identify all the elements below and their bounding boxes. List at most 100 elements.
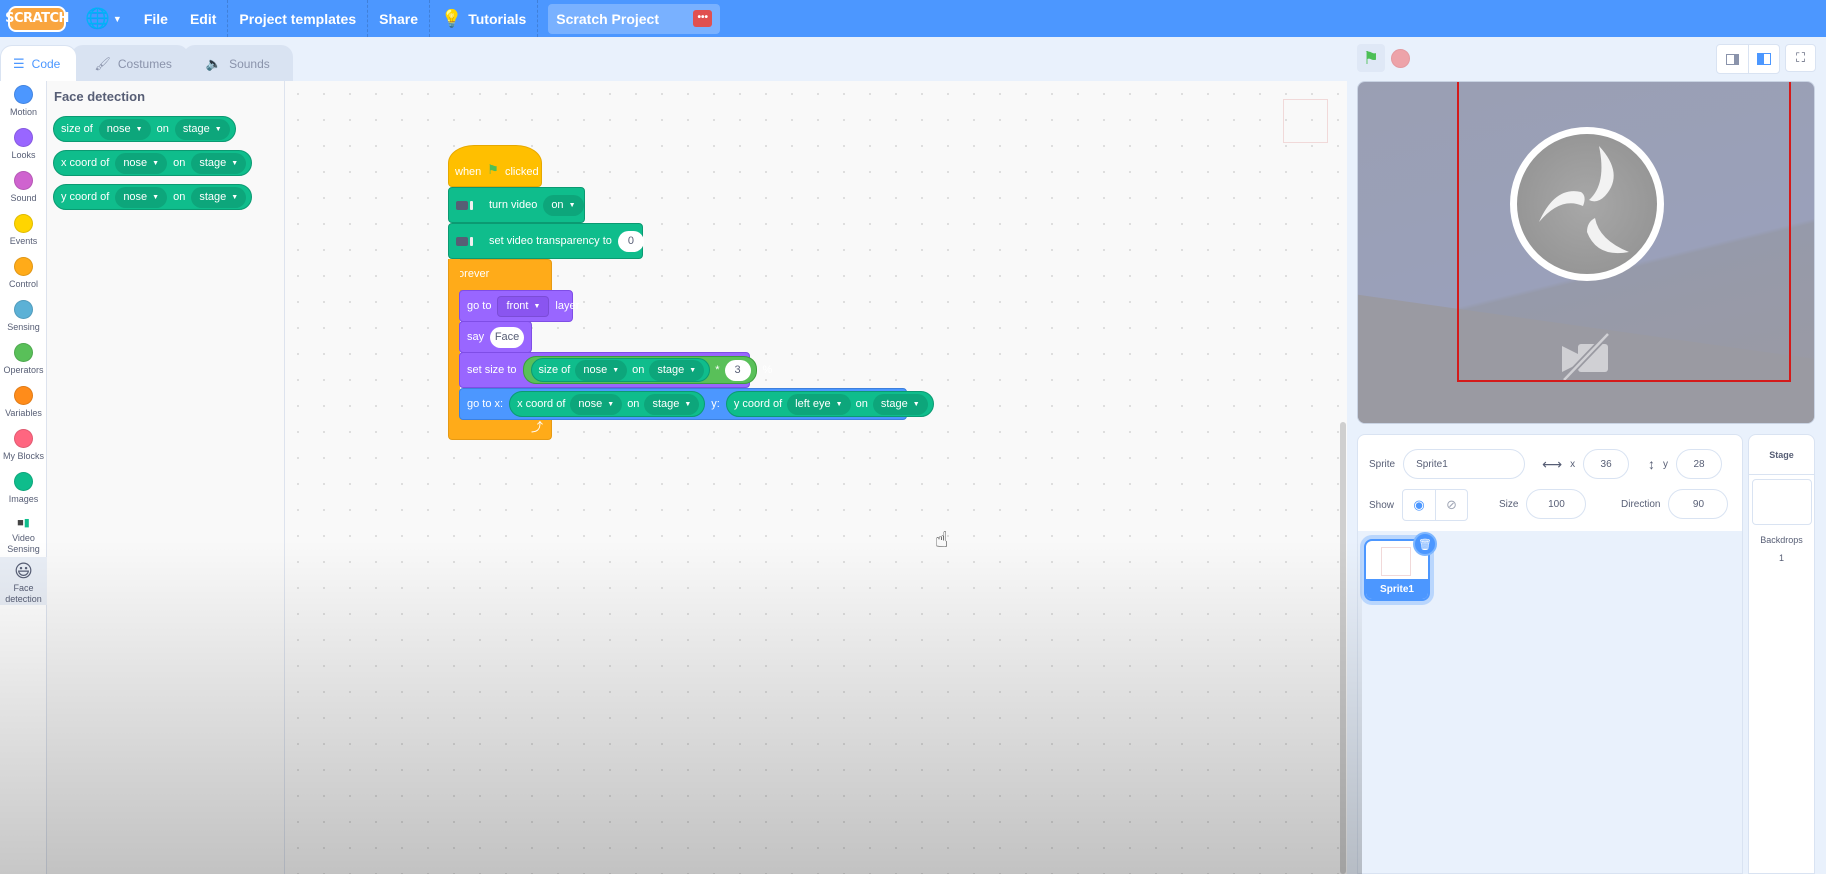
face-part-dropdown[interactable]: nose ▼ xyxy=(570,393,623,415)
category-menu: Motion Looks Sound Events Control Sensin… xyxy=(0,81,47,874)
block-text: go to x: xyxy=(467,398,504,410)
code-icon: ☰ xyxy=(13,55,25,71)
set-video-transparency-block[interactable]: set video transparency to 0 xyxy=(448,223,644,259)
chevron-down-icon: ▼ xyxy=(231,193,239,201)
category-sensing[interactable]: Sensing xyxy=(0,296,47,339)
editor-tabs: ☰ Code 🖌 Costumes 🔈 Sounds xyxy=(0,45,293,81)
delete-sprite-button[interactable]: 🗑 xyxy=(1413,532,1437,556)
tab-code[interactable]: ☰ Code xyxy=(0,45,78,81)
script-workspace[interactable] xyxy=(285,81,1347,874)
y-coord-reporter[interactable]: y coord of left eye ▼ on stage ▼ xyxy=(725,391,934,417)
small-stage-button[interactable] xyxy=(1717,45,1748,73)
operator-symbol: * xyxy=(715,364,720,376)
when-flag-clicked-block[interactable]: when ⚑ clicked xyxy=(448,145,542,187)
go-to-xy-block[interactable]: go to x: x coord of nose ▼ on stage ▼ y: y… xyxy=(459,388,934,420)
target-dropdown[interactable]: stage ▼ xyxy=(191,152,247,174)
go-to-layer-block[interactable]: go to front ▼ layer xyxy=(459,290,579,322)
size-of-reporter[interactable]: size of nose ▼ on stage ▼ xyxy=(53,116,236,142)
transparency-input[interactable]: 0 xyxy=(617,230,644,252)
block-text: % xyxy=(762,364,773,376)
tab-label: Sounds xyxy=(229,56,270,71)
stop-button[interactable] xyxy=(1391,49,1410,68)
target-dropdown[interactable]: stage ▼ xyxy=(174,118,230,140)
category-motion[interactable]: Motion xyxy=(0,81,47,124)
block-text: y coord of xyxy=(61,191,110,203)
hand-cursor-icon: ☝ xyxy=(935,527,949,552)
face-part-dropdown[interactable]: nose ▼ xyxy=(115,186,168,208)
block-text: y: xyxy=(711,398,720,410)
category-my-blocks[interactable]: My Blocks xyxy=(0,425,47,468)
say-text-input[interactable]: Face xyxy=(490,326,524,348)
stage-canvas[interactable] xyxy=(1357,81,1815,424)
category-video-sensing[interactable]: ■▮ Video Sensing xyxy=(0,511,47,557)
block-text: size of xyxy=(538,364,571,376)
category-sound[interactable]: Sound xyxy=(0,167,47,210)
target-dropdown[interactable]: stage ▼ xyxy=(649,359,705,381)
more-icon[interactable]: ••• xyxy=(693,10,713,27)
y-coord-reporter[interactable]: y coord of nose ▼ on stage ▼ xyxy=(53,184,253,210)
target-dropdown[interactable]: stage ▼ xyxy=(644,393,700,415)
x-arrows-icon: ⟷ xyxy=(1542,455,1563,472)
language-menu[interactable]: 🌐 ▼ xyxy=(74,0,133,37)
chevron-down-icon: ▼ xyxy=(612,366,620,374)
edit-menu[interactable]: Edit xyxy=(179,0,227,37)
y-input[interactable]: 28 xyxy=(1676,449,1722,479)
sprite-preview-outline xyxy=(1283,99,1328,143)
layer-dropdown[interactable]: front ▼ xyxy=(497,295,550,317)
set-size-block[interactable]: set size to size of nose ▼ on stage ▼ * 3 … xyxy=(459,352,772,388)
size-of-reporter[interactable]: size of nose ▼ on stage ▼ xyxy=(530,358,711,382)
category-images[interactable]: Images xyxy=(0,468,47,511)
workspace-scrollbar[interactable] xyxy=(1340,422,1346,874)
x-coord-reporter[interactable]: x coord of nose ▼ on stage ▼ xyxy=(509,391,706,417)
category-face-detection[interactable]: 😃 Face detection xyxy=(0,557,47,605)
category-label: Sensing xyxy=(7,322,40,332)
scratch-logo[interactable]: SCRATCH xyxy=(5,5,69,32)
stage-selector[interactable]: Stage Backdrops 1 xyxy=(1748,434,1815,874)
face-part-dropdown[interactable]: left eye ▼ xyxy=(787,393,851,415)
backdrop-thumbnail[interactable] xyxy=(1751,479,1812,525)
share-button[interactable]: Share xyxy=(368,0,429,37)
category-operators[interactable]: Operators xyxy=(0,339,47,382)
hide-sprite-button[interactable]: ⊘ xyxy=(1435,490,1467,520)
fullscreen-button[interactable]: ⛶ xyxy=(1785,44,1816,72)
target-dropdown[interactable]: stage ▼ xyxy=(872,393,928,415)
dropdown-value: nose xyxy=(123,191,148,203)
file-menu[interactable]: File xyxy=(133,0,179,37)
forever-block[interactable]: forever xyxy=(448,259,552,291)
target-dropdown[interactable]: stage ▼ xyxy=(191,186,247,208)
chevron-down-icon: ▼ xyxy=(568,201,576,209)
say-block[interactable]: say Face xyxy=(459,321,532,353)
size-input[interactable]: 100 xyxy=(1526,489,1587,519)
project-templates-menu[interactable]: Project templates xyxy=(228,0,367,37)
x-coord-reporter[interactable]: x coord of nose ▼ on stage ▼ xyxy=(53,150,253,176)
dropdown-value: nose xyxy=(578,398,603,410)
large-stage-button[interactable] xyxy=(1748,45,1779,73)
category-label: Events xyxy=(9,236,38,246)
green-flag-button[interactable]: ⚑ xyxy=(1357,44,1385,72)
sprite-costume-thumbnail xyxy=(1381,547,1411,576)
x-input[interactable]: 36 xyxy=(1583,449,1630,479)
multiply-operator[interactable]: size of nose ▼ on stage ▼ * 3 xyxy=(522,356,757,384)
tutorials-button[interactable]: 💡 Tutorials xyxy=(430,0,537,37)
face-part-dropdown[interactable]: nose ▼ xyxy=(575,359,628,381)
turn-video-block[interactable]: turn video on ▼ xyxy=(448,187,585,223)
face-part-dropdown[interactable]: nose ▼ xyxy=(115,152,168,174)
show-label: Show xyxy=(1369,499,1395,511)
category-variables[interactable]: Variables xyxy=(0,382,47,425)
category-events[interactable]: Events xyxy=(0,210,47,253)
category-control[interactable]: Control xyxy=(0,253,47,296)
direction-input[interactable]: 90 xyxy=(1668,489,1729,519)
category-looks[interactable]: Looks xyxy=(0,124,47,167)
sensing-category-icon xyxy=(14,300,33,319)
chevron-down-icon: ▼ xyxy=(152,159,160,167)
show-sprite-button[interactable]: ◉ xyxy=(1403,490,1435,520)
menu-divider xyxy=(537,0,539,37)
video-state-dropdown[interactable]: on ▼ xyxy=(543,194,584,216)
green-flag-icon: ⚑ xyxy=(1362,47,1380,68)
project-title-input[interactable]: Scratch Project ••• xyxy=(548,3,721,34)
sprite-name-input[interactable]: Sprite1 xyxy=(1403,449,1526,479)
tab-costumes[interactable]: 🖌 Costumes xyxy=(71,45,189,81)
tab-sounds[interactable]: 🔈 Sounds xyxy=(182,45,293,81)
face-part-dropdown[interactable]: nose ▼ xyxy=(98,118,151,140)
factor-input[interactable]: 3 xyxy=(724,359,751,381)
